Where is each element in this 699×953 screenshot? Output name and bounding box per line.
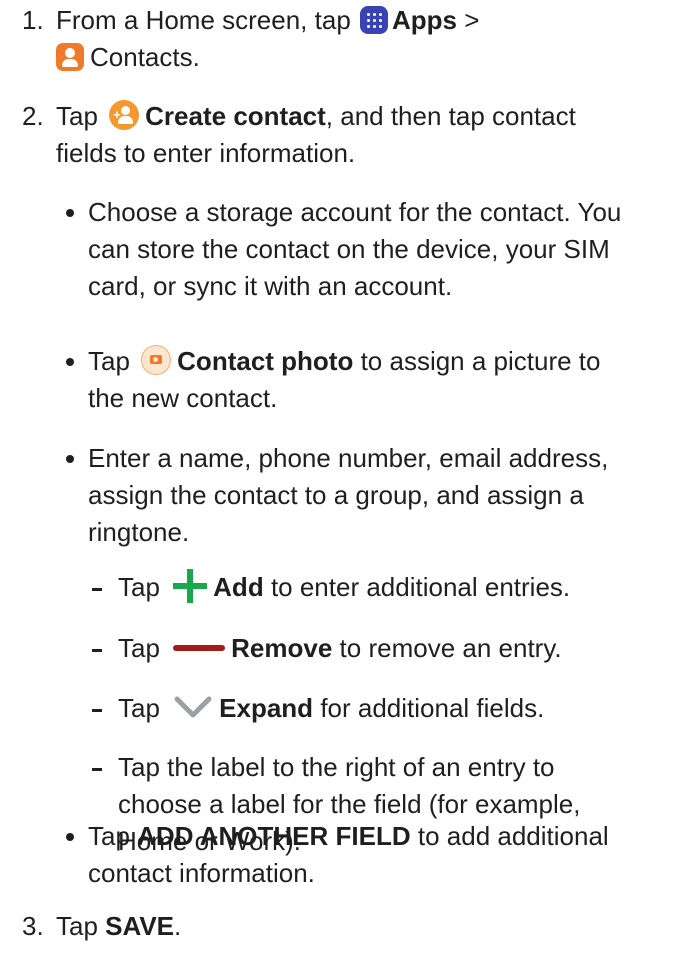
sub-remove: Tap Remove to remove an entry. (92, 630, 692, 667)
add-another-field-label: ADD ANOTHER FIELD (137, 821, 411, 851)
contacts-app-icon (56, 43, 84, 71)
sub-expand: Tap Expand for additional fields. (92, 690, 692, 727)
step-text: Tap (56, 101, 98, 131)
expand-label: Expand (219, 693, 314, 723)
step-text: fields to enter information. (56, 138, 356, 168)
bullet-enter-details: Enter a name, phone number, email addres… (62, 440, 692, 551)
step-number: 1. (22, 5, 44, 35)
bullet-add-another-field: Tap ADD ANOTHER FIELD to add additional … (62, 818, 692, 892)
minus-icon (173, 645, 226, 651)
step-text: , and then tap contact (325, 101, 576, 131)
step-text: From a Home screen, tap (56, 5, 351, 35)
apps-label: Apps (392, 5, 458, 35)
create-contact-label: Create contact (145, 101, 326, 131)
sub-add: Tap Add to enter additional entries. (92, 569, 692, 606)
apps-grid-icon (360, 6, 389, 34)
bullet-storage-account: Choose a storage account for the contact… (62, 194, 692, 305)
step-1: 1. From a Home screen, tap Apps > Contac… (22, 2, 682, 76)
step-2: 2. Tap + Create contact, and then tap co… (22, 98, 682, 172)
step-number: 3. (22, 911, 44, 941)
create-contact-icon: + (109, 100, 140, 130)
save-label: SAVE (105, 911, 175, 941)
separator: > (464, 5, 480, 35)
contact-photo-label: Contact photo (177, 346, 354, 376)
add-label: Add (213, 572, 264, 602)
step-3: 3. Tap SAVE. (22, 908, 682, 945)
plus-icon (173, 569, 208, 603)
chevron-down-icon (174, 696, 212, 718)
step-number: 2. (22, 101, 44, 131)
camera-icon (141, 345, 172, 375)
bullet-contact-photo: Tap Contact photo to assign a picture to… (62, 343, 692, 417)
contacts-label: Contacts. (90, 42, 200, 72)
remove-label: Remove (231, 633, 333, 663)
instructions-document: 1. From a Home screen, tap Apps > Contac… (0, 0, 699, 953)
